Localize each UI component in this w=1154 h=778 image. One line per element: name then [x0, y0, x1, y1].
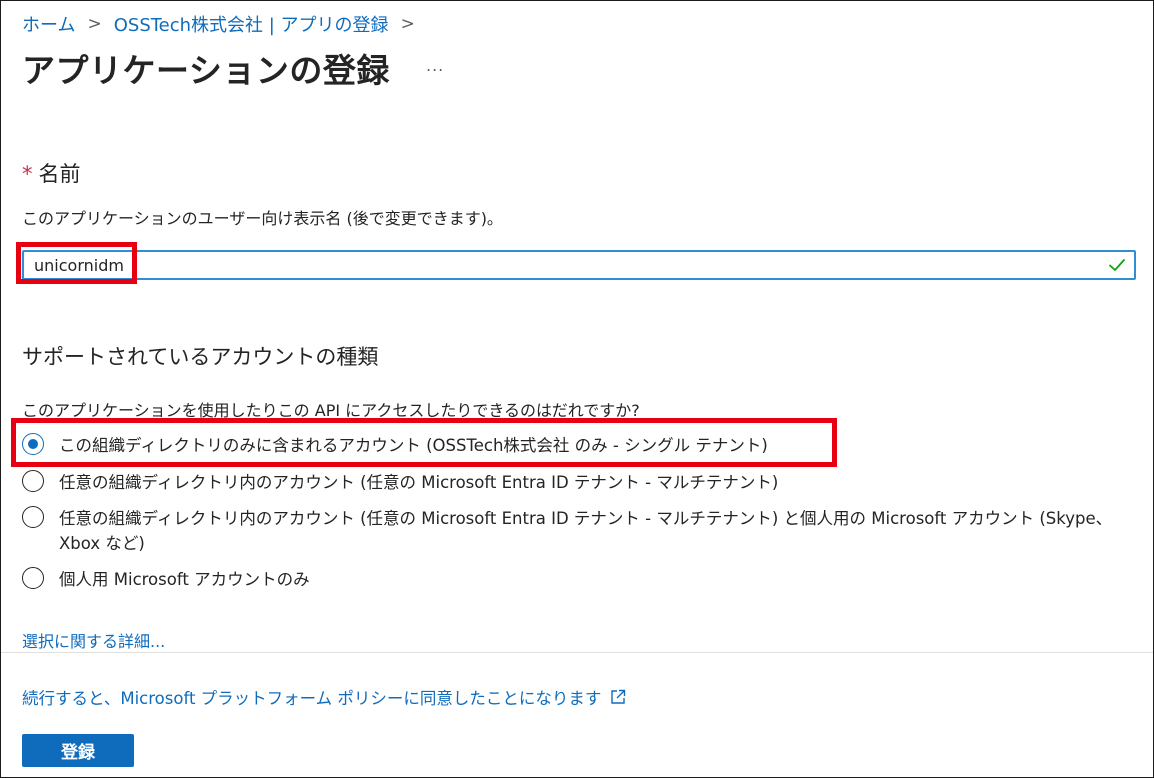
radio-label: 任意の組織ディレクトリ内のアカウント (任意の Microsoft Entra …: [59, 473, 779, 492]
name-field-description: このアプリケーションのユーザー向け表示名 (後で変更できます)。: [22, 209, 503, 228]
name-label-text: 名前: [38, 162, 81, 186]
required-asterisk: *: [22, 162, 33, 186]
more-options-button[interactable]: ...: [426, 56, 444, 75]
account-type-option-single-tenant[interactable]: この組織ディレクトリのみに含まれるアカウント (OSSTech株式会社 のみ -…: [22, 433, 768, 458]
breadcrumb-home[interactable]: ホーム: [22, 11, 75, 37]
learn-more-link[interactable]: 選択に関する詳細...: [22, 628, 165, 652]
breadcrumb-separator: >: [87, 14, 102, 34]
account-type-option-multitenant-personal[interactable]: 任意の組織ディレクトリ内のアカウント (任意の Microsoft Entra …: [22, 506, 1122, 556]
register-button[interactable]: 登録: [22, 734, 134, 767]
policy-link[interactable]: 続行すると、Microsoft プラットフォーム ポリシーに同意したことになりま…: [22, 685, 627, 709]
radio-label: 任意の組織ディレクトリ内のアカウント (任意の Microsoft Entra …: [59, 509, 1113, 553]
breadcrumb-separator: >: [400, 14, 415, 34]
external-link-icon: [611, 689, 626, 704]
radio-button[interactable]: [22, 567, 44, 589]
page-title: アプリケーションの登録: [22, 51, 390, 90]
account-type-option-personal-only[interactable]: 個人用 Microsoft アカウントのみ: [22, 567, 310, 592]
radio-button-selected[interactable]: [22, 433, 44, 455]
radio-button[interactable]: [22, 470, 44, 492]
checkmark-icon: [1109, 259, 1125, 271]
name-input[interactable]: [24, 252, 1094, 278]
name-field-label: * 名前: [22, 158, 81, 188]
account-type-option-multitenant[interactable]: 任意の組織ディレクトリ内のアカウント (任意の Microsoft Entra …: [22, 470, 778, 495]
window-frame: [0, 0, 1154, 778]
radio-label: 個人用 Microsoft アカウントのみ: [59, 570, 310, 589]
policy-link-text[interactable]: 続行すると、Microsoft プラットフォーム ポリシーに同意したことになりま…: [22, 685, 601, 709]
radio-button[interactable]: [22, 506, 44, 528]
breadcrumb-app-registrations[interactable]: OSSTech株式会社 | アプリの登録: [114, 11, 389, 37]
divider: [1, 652, 1153, 653]
account-types-question: このアプリケーションを使用したりこの API にアクセスしたりできるのはだれです…: [22, 401, 640, 420]
radio-label: この組織ディレクトリのみに含まれるアカウント (OSSTech株式会社 のみ -…: [59, 436, 768, 455]
account-types-heading: サポートされているアカウントの種類: [22, 345, 379, 369]
name-input-container: [22, 250, 1136, 280]
breadcrumb: ホーム > OSSTech株式会社 | アプリの登録 >: [22, 11, 427, 37]
